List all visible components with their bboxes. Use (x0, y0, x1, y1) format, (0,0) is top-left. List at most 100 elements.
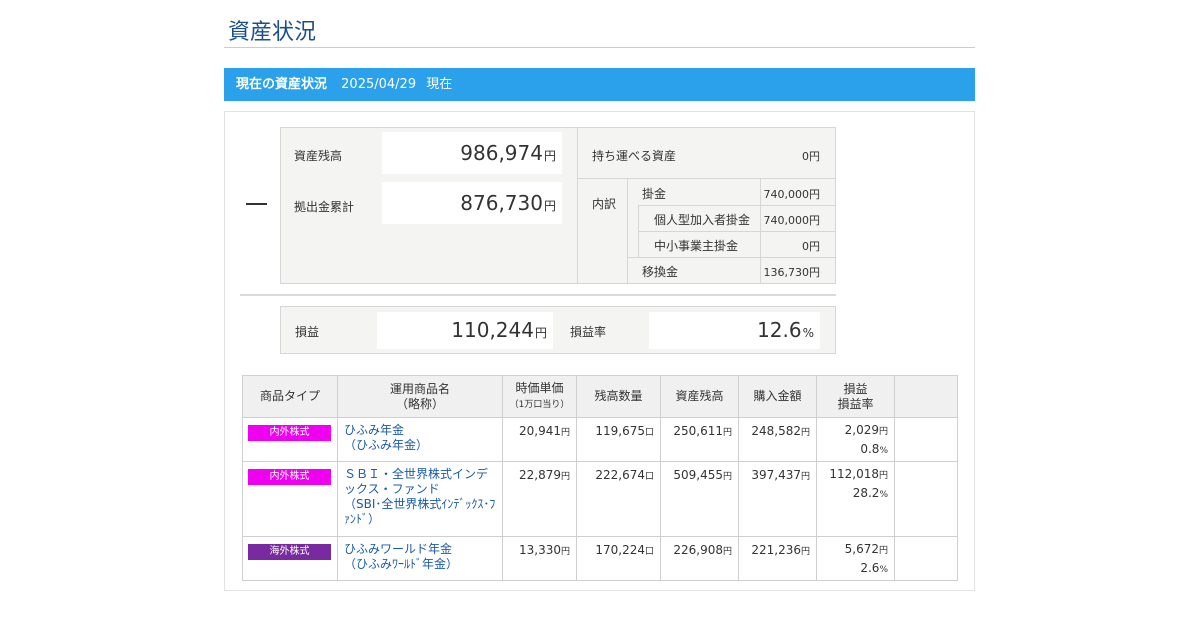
breakdown-row-value: 740,000円 (763, 214, 821, 227)
qty-cell: 119,675口 (576, 417, 661, 462)
type-badge: 海外株式 (248, 544, 331, 560)
type-cell: 内外株式 (242, 417, 338, 462)
unit-pct: % (879, 446, 888, 456)
breakdown-row-label: 掛金 (642, 187, 667, 201)
breakdown-row-label: 中小事業主掛金 (654, 239, 739, 253)
unit-yen: 円 (722, 428, 732, 438)
breakdown-row-value: 740,000円 (763, 188, 821, 201)
profit-unit: 円 (534, 326, 547, 340)
type-badge: 内外株式 (248, 425, 331, 441)
fund-name-link[interactable]: ひふみ年金 (344, 423, 496, 438)
qty-cell: 222,674口 (576, 461, 661, 537)
fund-short-name[interactable]: （ひふみ年金） (344, 438, 496, 453)
pl-value: 5,672 (844, 542, 879, 556)
qty-value: 222,674 (595, 468, 645, 482)
pl-rate-value: 0.8 (860, 442, 880, 456)
blank-cell (894, 417, 958, 462)
contrib-unit: 円 (543, 199, 556, 213)
contrib-label: 拠出金累計 (294, 200, 355, 214)
price-cell: 20,941円 (502, 417, 577, 462)
type-cell: 海外株式 (242, 536, 338, 581)
unit-yen: 円 (878, 546, 888, 556)
col-header-purchase: 購入金額 (738, 375, 817, 418)
balance-value-box: 986,974円 (382, 132, 562, 174)
header-text: 残高数量 (594, 389, 643, 403)
purchase-cell: 397,437円 (738, 461, 817, 537)
header-text: 損益 (843, 381, 868, 396)
divider (638, 205, 836, 206)
fund-name-cell: ＳＢＩ・全世界株式インデックス・ファンド （SBI･全世界株式ｲﾝﾃﾞｯｸｽ･ﾌｧ… (337, 461, 503, 537)
balance-cell: 250,611円 (660, 417, 739, 462)
fund-name-cell: ひふみ年金 （ひふみ年金） (337, 417, 503, 462)
balance-unit: 円 (543, 149, 556, 163)
purchase-cell: 221,236円 (738, 536, 817, 581)
price-value: 22,879 (518, 468, 561, 482)
price-cell: 22,879円 (502, 461, 577, 537)
header-subtext: 損益率 (837, 396, 874, 411)
rate-value-box: 12.6% (649, 312, 820, 349)
portable-label: 持ち運べる資産 (592, 149, 677, 163)
divider (577, 178, 836, 179)
rate-value: 12.6 (757, 318, 802, 342)
collapse-toggle[interactable] (246, 203, 267, 205)
unit-yen: 円 (800, 472, 810, 482)
fund-name-link[interactable]: ひふみワールド年金 (344, 542, 496, 557)
rate-unit: % (802, 326, 814, 340)
col-header-type: 商品タイプ (242, 375, 338, 418)
unit-yen: 円 (560, 428, 570, 438)
current-status-banner: 現在の資産状況 2025/04/29 現在 (224, 68, 975, 101)
balance-cell: 226,908円 (660, 536, 739, 581)
section-divider (240, 294, 836, 296)
purchase-value: 248,582 (751, 424, 801, 438)
col-header-name: 運用商品名 （略称） (337, 375, 503, 418)
table-header-row: 商品タイプ 運用商品名 （略称） 時価単価 （1万口当り） 残高数量 資産残高 購入… (242, 375, 958, 418)
price-cell: 13,330円 (502, 536, 577, 581)
header-subtext: （1万口当り） (509, 399, 570, 410)
balance-cell: 509,455円 (660, 461, 739, 537)
divider (627, 257, 836, 258)
pl-cell: 2,029円 0.8% (816, 417, 895, 462)
unit-yen: 円 (560, 547, 570, 557)
purchase-value: 221,236 (751, 543, 801, 557)
rate-label: 損益率 (570, 325, 607, 339)
profit-value: 110,244 (451, 318, 534, 342)
unit-yen: 円 (800, 547, 810, 557)
fund-name-cell: ひふみワールド年金 （ひふみﾜｰﾙﾄﾞ年金） (337, 536, 503, 581)
unit-kuchi: 口 (644, 547, 654, 557)
qty-value: 170,224 (595, 543, 645, 557)
fund-short-name[interactable]: （ひふみﾜｰﾙﾄﾞ年金） (344, 557, 496, 572)
contrib-value: 876,730 (460, 191, 543, 215)
fund-short-name[interactable]: （SBI･全世界株式ｲﾝﾃﾞｯｸｽ･ﾌｧﾝﾄﾞ） (344, 497, 496, 527)
unit-yen: 円 (722, 547, 732, 557)
price-value: 20,941 (518, 424, 561, 438)
type-cell: 内外株式 (242, 461, 338, 537)
balance-label: 資産残高 (294, 149, 343, 163)
balance-value: 226,908 (673, 543, 723, 557)
table-row: 内外株式 ひふみ年金 （ひふみ年金） 20,941円 119,675口 250,611円 2… (242, 417, 958, 462)
table-row: 海外株式 ひふみワールド年金 （ひふみﾜｰﾙﾄﾞ年金） 13,330円 170,224口… (242, 536, 958, 581)
pl-value: 2,029 (844, 423, 879, 437)
pl-value: 112,018 (829, 467, 879, 481)
col-header-blank (894, 375, 958, 418)
unit-yen: 円 (722, 472, 732, 482)
unit-pct: % (879, 565, 888, 575)
balance-value: 250,611 (673, 424, 723, 438)
unit-yen: 円 (560, 472, 570, 482)
fund-name-link[interactable]: ＳＢＩ・全世界株式インデックス・ファンド (344, 467, 496, 497)
divider (638, 205, 639, 257)
header-text: 運用商品名 (389, 381, 450, 396)
unit-yen: 円 (878, 471, 888, 481)
breakdown-label: 内訳 (592, 197, 617, 211)
divider (638, 231, 836, 232)
purchase-value: 397,437 (751, 468, 801, 482)
qty-value: 119,675 (595, 424, 645, 438)
banner-suffix: 現在 (426, 77, 453, 92)
header-subtext: （略称） (395, 396, 444, 411)
breakdown-row-label: 個人型加入者掛金 (654, 213, 751, 227)
header-text: 資産残高 (675, 389, 724, 403)
pl-cell: 112,018円 28.2% (816, 461, 895, 537)
profit-label: 損益 (295, 325, 320, 339)
table-row: 内外株式 ＳＢＩ・全世界株式インデックス・ファンド （SBI･全世界株式ｲﾝﾃﾞｯｸ… (242, 461, 958, 537)
col-header-qty: 残高数量 (576, 375, 661, 418)
unit-yen: 円 (800, 428, 810, 438)
